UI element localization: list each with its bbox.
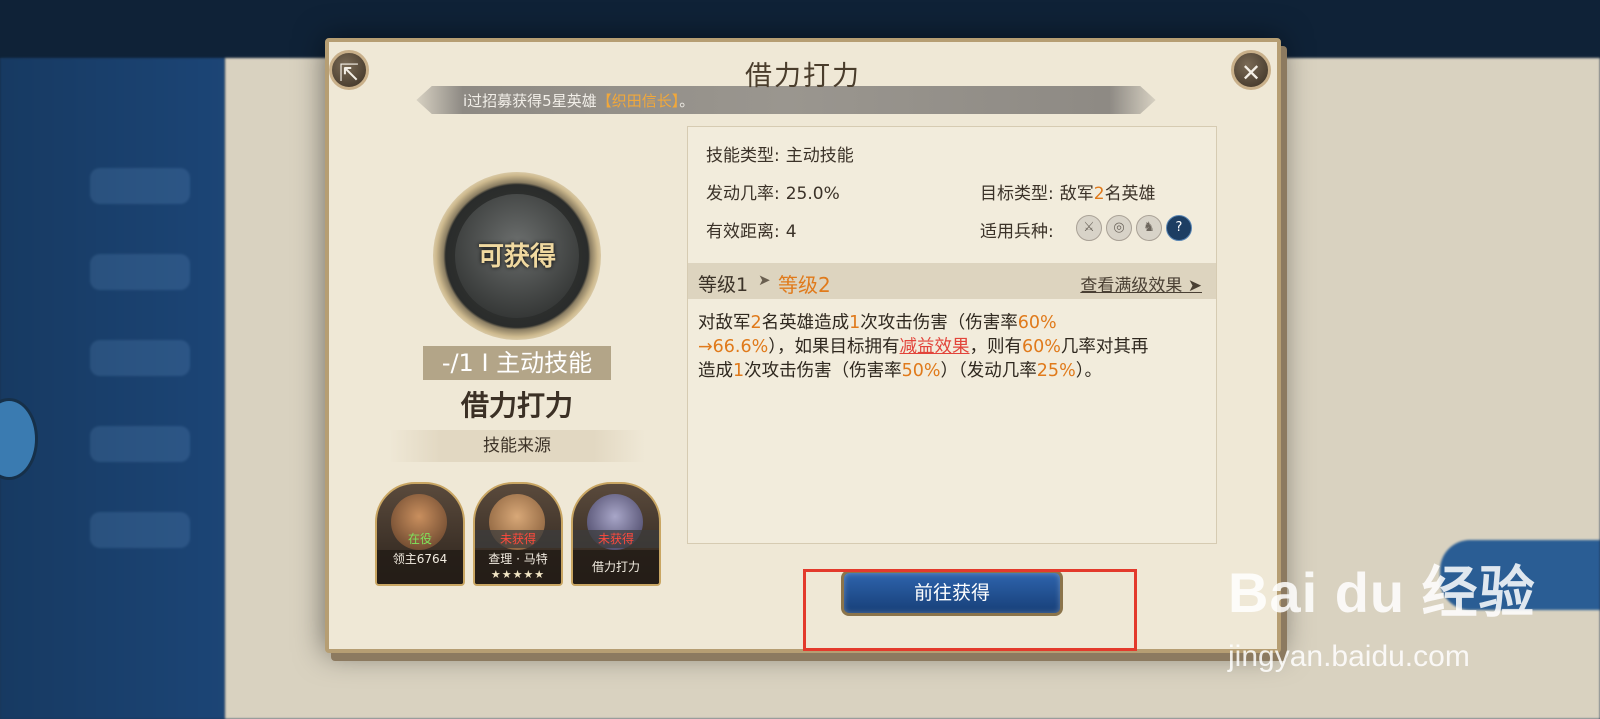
desc-text: ，则有 bbox=[969, 337, 1023, 357]
hero-name: 借力打力 bbox=[591, 560, 640, 574]
sidebar-item bbox=[90, 168, 190, 204]
target-type-post: 名英雄 bbox=[1104, 184, 1156, 204]
skill-icon: 可获得 bbox=[433, 172, 601, 340]
watermark-url: jingyan.baidu.com bbox=[1228, 640, 1470, 673]
troop-icons: ⚔ ◎ ♞? bbox=[1076, 215, 1196, 241]
sidebar-item bbox=[90, 512, 190, 548]
desc-text: ）（发动几率 bbox=[940, 361, 1037, 381]
hero-status: 在役 bbox=[407, 532, 432, 546]
desc-text: 对敌军 bbox=[698, 313, 751, 333]
desc-value: 50% bbox=[901, 361, 941, 381]
hero-caption: 借力打力 bbox=[573, 550, 659, 584]
target-type: 目标类型: 敌军2名英雄 bbox=[980, 179, 1156, 204]
hero-caption: 查理 · 马特 ★★★★★ bbox=[475, 550, 561, 584]
hero-card[interactable]: 在役 领主6764 bbox=[375, 482, 465, 586]
skill-source-label: 技能来源 bbox=[389, 430, 645, 462]
background-sidebar bbox=[0, 58, 225, 719]
desc-text: 次攻击伤害（伤害率 bbox=[744, 361, 902, 381]
target-type-count: 2 bbox=[1093, 184, 1105, 204]
skill-type: 技能类型: 主动技能 bbox=[706, 141, 854, 166]
hero-card[interactable]: 未获得 借力打力 bbox=[571, 482, 661, 586]
sidebar-item bbox=[90, 426, 190, 462]
close-button[interactable]: ✕ bbox=[1231, 50, 1271, 90]
level-arrow-icon: ➤ bbox=[758, 271, 771, 289]
hero-source-list: 在役 领主6764 未获得 查理 · 马特 ★★★★★ 未获得 借力打力 bbox=[375, 482, 665, 592]
skill-type-value: 主动技能 bbox=[785, 146, 854, 166]
trigger-rate: 发动几率: 25.0% bbox=[706, 179, 840, 204]
dialog-title: 借力打力 bbox=[745, 61, 861, 92]
hero-status: 未获得 bbox=[475, 530, 561, 548]
desc-text: 几率对其再 bbox=[1060, 337, 1149, 357]
watermark-logo: Bai du 经验 bbox=[1228, 561, 1536, 624]
hero-stars: ★★★★★ bbox=[490, 568, 546, 581]
skill-detail-panel: 技能类型: 主动技能 发动几率: 25.0% 目标类型: 敌军2名英雄 有效距离: 4 … bbox=[687, 126, 1217, 544]
skill-summary-panel: 可获得 -/1 I 主动技能 借力打力 技能来源 在役 领主6764 未获得 查… bbox=[369, 126, 665, 626]
desc-value: 25% bbox=[1036, 361, 1076, 381]
notice-text: i过招募获得5星英雄【织田信长】。 bbox=[463, 90, 694, 111]
skill-tag: -/1 I 主动技能 bbox=[423, 346, 611, 380]
skill-dialog: i过招募获得5星英雄【织田信长】。 借力打力 ⇱ ✕ 可获得 -/1 I 主动技… bbox=[325, 38, 1281, 653]
sidebar-item bbox=[90, 254, 190, 290]
skill-name: 借力打力 bbox=[460, 389, 573, 422]
debuff-link[interactable]: 减益效果 bbox=[900, 337, 970, 357]
desc-value: 1 bbox=[733, 361, 745, 381]
target-type-label: 目标类型: bbox=[980, 184, 1054, 204]
desc-value: 2 bbox=[750, 313, 762, 333]
hero-name: 查理 · 马特 bbox=[488, 552, 548, 566]
desc-text: ）。 bbox=[1075, 361, 1102, 381]
hero-caption: 领主6764 bbox=[377, 550, 463, 584]
horse-icon: ♞ bbox=[1136, 215, 1162, 241]
desc-text: ），如果目标拥有 bbox=[768, 337, 900, 357]
sidebar-item bbox=[90, 340, 190, 376]
skill-description: 对敌军2名英雄造成1次攻击伤害（伤害率60% →66.6%），如果目标拥有减益效果… bbox=[698, 311, 1208, 383]
desc-text: 造成 bbox=[698, 361, 733, 381]
notice-suffix: 。 bbox=[679, 92, 695, 110]
trigger-rate-value: 25.0% bbox=[785, 184, 840, 204]
notice-prefix: i过招募获得5星英雄 bbox=[463, 92, 597, 110]
close-icon: ✕ bbox=[1240, 59, 1262, 87]
target-type-pre: 敌军 bbox=[1059, 184, 1094, 204]
highlight-box bbox=[803, 569, 1137, 651]
baidu-watermark: Bai du 经验 jingyan.baidu.com bbox=[1228, 548, 1578, 688]
share-button[interactable]: ⇱ bbox=[329, 50, 369, 90]
trigger-rate-label: 发动几率: bbox=[706, 184, 780, 204]
desc-value: →66.6% bbox=[698, 337, 769, 357]
desc-value: 1 bbox=[849, 313, 861, 333]
range-label: 有效距离: bbox=[706, 222, 780, 242]
share-icon: ⇱ bbox=[338, 59, 360, 87]
hero-name: 领主6764 bbox=[392, 552, 448, 566]
hero-card[interactable]: 未获得 查理 · 马特 ★★★★★ bbox=[473, 482, 563, 586]
obtainable-label: 可获得 bbox=[477, 242, 556, 272]
level-next: 等级2 bbox=[778, 273, 831, 297]
troop-types-label: 适用兵种: bbox=[980, 222, 1054, 242]
question-icon[interactable]: ? bbox=[1166, 215, 1192, 241]
sword-icon: ⚔ bbox=[1076, 215, 1102, 241]
desc-value: 60% bbox=[1017, 313, 1057, 333]
view-max-level-link[interactable]: 查看满级效果 ➤ bbox=[1080, 271, 1202, 296]
range-value: 4 bbox=[785, 222, 797, 242]
level-current: 等级1 bbox=[698, 274, 749, 296]
skill-type-label: 技能类型: bbox=[706, 146, 780, 166]
desc-text: 次攻击伤害（伤害率 bbox=[860, 313, 1018, 333]
notice-hero: 【织田信长】 bbox=[596, 92, 680, 110]
effective-range: 有效距离: 4 bbox=[706, 217, 797, 242]
level-bar: 等级1 ➤ 等级2 查看满级效果 ➤ bbox=[688, 263, 1216, 299]
target-icon: ◎ bbox=[1106, 215, 1132, 241]
desc-text: 名英雄造成 bbox=[761, 313, 850, 333]
hero-status: 未获得 bbox=[573, 530, 659, 548]
desc-value: 60% bbox=[1022, 337, 1061, 357]
